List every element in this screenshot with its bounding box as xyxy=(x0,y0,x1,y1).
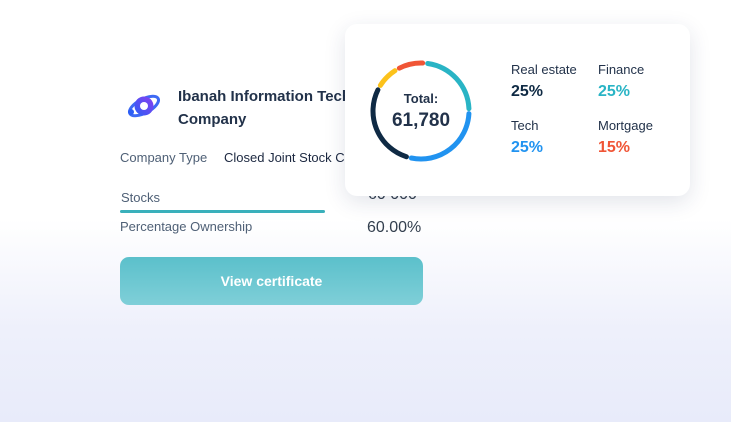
donut-segment xyxy=(377,68,398,88)
portfolio-chart-card: Total: 61,780 Real estate 25% Finance 25… xyxy=(345,24,690,196)
legend-label: Mortgage xyxy=(598,118,653,133)
company-type-label: Company Type xyxy=(120,150,208,165)
legend-label: Tech xyxy=(511,118,539,133)
legend-value: 25% xyxy=(511,139,544,156)
stocks-tab-indicator xyxy=(120,210,325,213)
legend-item-finance: Finance 25% xyxy=(598,62,644,101)
legend-value: 25% xyxy=(598,83,631,100)
percentage-ownership-value: 60.00% xyxy=(367,219,422,236)
legend-item-mortgage: Mortgage 15% xyxy=(598,118,653,157)
legend-label: Real estate xyxy=(511,62,577,77)
legend-value: 25% xyxy=(511,83,544,100)
legend-label: Finance xyxy=(598,62,645,77)
orbit-logo-icon xyxy=(127,94,161,118)
percentage-ownership-label: Percentage Ownership xyxy=(120,219,253,234)
legend-value: 15% xyxy=(598,139,631,156)
view-certificate-button[interactable]: View certificate xyxy=(120,257,423,305)
total-label: Total: xyxy=(403,91,439,106)
total-value: 61,780 xyxy=(391,110,451,131)
legend-item-tech: Tech 25% xyxy=(511,118,543,157)
stocks-tab[interactable]: Stocks xyxy=(121,190,160,205)
donut-segment xyxy=(396,60,426,71)
legend-item-real-estate: Real estate 25% xyxy=(511,62,577,101)
